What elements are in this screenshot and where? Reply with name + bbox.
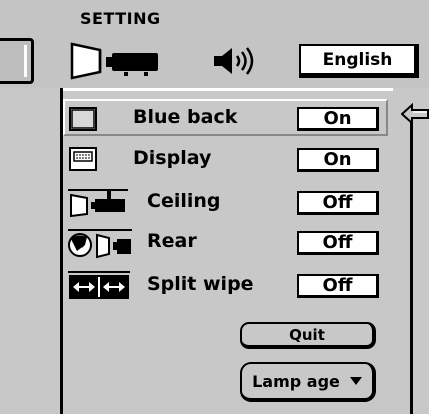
lamp-age-label: Lamp age xyxy=(252,371,340,391)
blue-back-value[interactable]: On xyxy=(297,107,379,131)
menu-title: SETTING xyxy=(80,9,161,28)
ceiling-icon xyxy=(68,189,128,217)
split-wipe-value[interactable]: Off xyxy=(297,274,379,298)
ceiling-value[interactable]: Off xyxy=(297,191,379,215)
menu-item-display[interactable]: Display On xyxy=(63,141,393,179)
display-icon xyxy=(69,147,97,171)
split-wipe-label: Split wipe xyxy=(147,273,254,295)
pointer-arrow-icon xyxy=(401,103,429,125)
quit-button[interactable]: Quit xyxy=(240,322,376,349)
pointer-line xyxy=(410,113,413,414)
menu-item-rear[interactable]: Rear Off xyxy=(63,224,393,262)
speaker-sound-icon[interactable] xyxy=(210,44,260,78)
menu-item-split-wipe[interactable]: Split wipe Off xyxy=(63,266,393,304)
chevron-down-icon xyxy=(349,377,362,385)
blue-back-label: Blue back xyxy=(133,106,238,128)
rear-label: Rear xyxy=(147,230,197,252)
blue-back-icon xyxy=(69,107,97,131)
lamp-age-button[interactable]: Lamp age xyxy=(240,362,376,402)
projector-image-icon[interactable] xyxy=(70,42,162,80)
display-value[interactable]: On xyxy=(297,148,379,172)
rear-value[interactable]: Off xyxy=(297,231,379,255)
display-label: Display xyxy=(133,147,212,169)
ceiling-label: Ceiling xyxy=(147,190,221,212)
menu-item-blue-back[interactable]: Blue back On xyxy=(63,99,393,137)
language-button[interactable]: English xyxy=(299,44,419,78)
top-bar: SETTING English xyxy=(0,0,429,88)
rear-icon xyxy=(68,229,132,259)
previous-menu-tab[interactable] xyxy=(0,38,34,84)
menu-item-ceiling[interactable]: Ceiling Off xyxy=(63,183,393,221)
split-wipe-icon xyxy=(68,271,130,299)
